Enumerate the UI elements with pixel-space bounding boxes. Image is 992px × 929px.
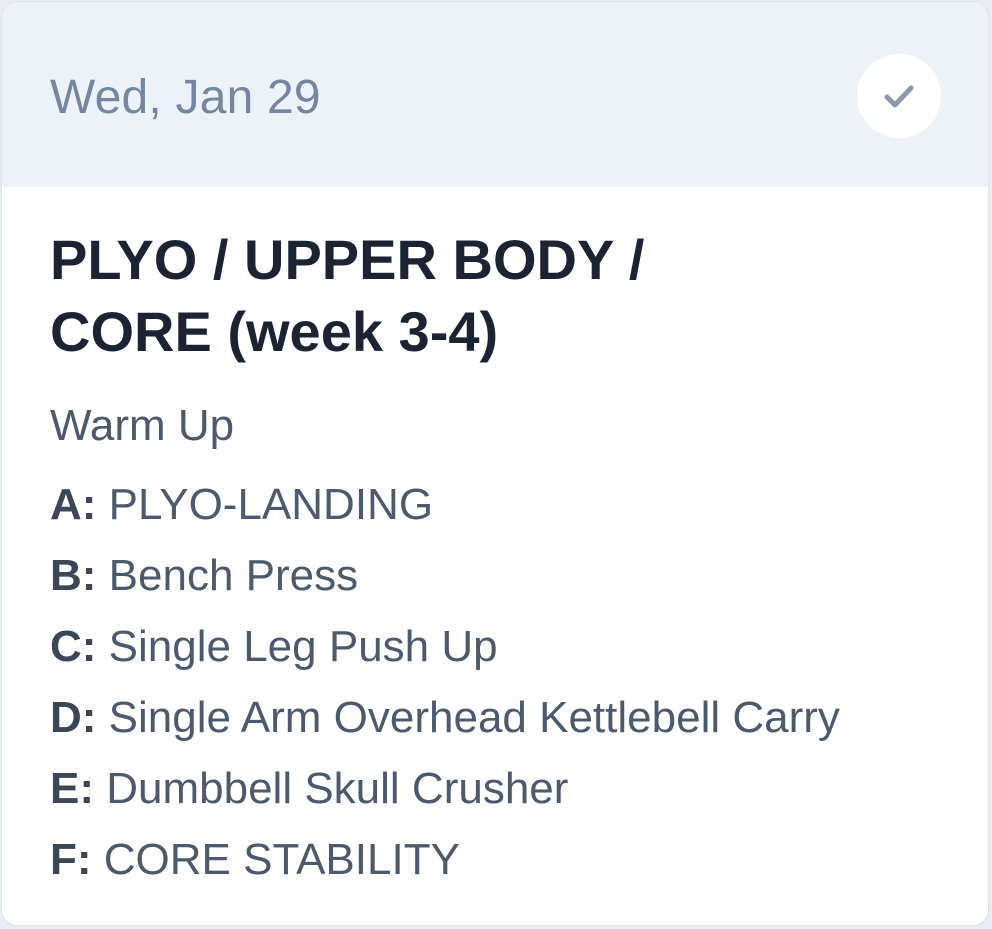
exercise-item: E: Dumbbell Skull Crusher (50, 753, 840, 824)
card-header: Wed, Jan 29 (2, 2, 988, 187)
workout-date: Wed, Jan 29 (50, 71, 321, 124)
exercise-item: C: Single Leg Push Up (50, 611, 840, 682)
exercise-list: A: PLYO-LANDING B: Bench Press C: Single… (50, 469, 840, 895)
exercise-item: F: CORE STABILITY (50, 824, 840, 895)
workout-title-line2: CORE (week 3-4) (50, 300, 499, 363)
exercise-name: Bench Press (108, 551, 359, 600)
exercise-letter: A: (50, 480, 97, 529)
exercise-item: B: Bench Press (50, 540, 840, 611)
exercise-item: A: PLYO-LANDING (50, 469, 840, 540)
workout-title: PLYO / UPPER BODY / CORE (week 3-4) (50, 224, 810, 368)
workout-title-line1: PLYO / UPPER BODY / (50, 228, 645, 291)
complete-toggle-button[interactable] (857, 54, 941, 138)
exercise-name: CORE STABILITY (103, 835, 460, 884)
exercise-name: Single Arm Overhead Kettlebell Carry (108, 693, 840, 742)
exercise-name: Single Leg Push Up (108, 622, 498, 671)
workout-card[interactable]: Wed, Jan 29 PLYO / UPPER BODY / CORE (we… (1, 1, 989, 926)
check-icon (884, 85, 914, 108)
exercise-name: Dumbbell Skull Crusher (106, 764, 569, 813)
exercise-letter: D: (50, 693, 97, 742)
exercise-letter: F: (50, 835, 92, 884)
warmup-label: Warm Up (50, 401, 235, 450)
exercise-letter: E: (50, 764, 94, 813)
exercise-letter: B: (50, 551, 97, 600)
exercise-name: PLYO-LANDING (108, 480, 434, 529)
exercise-letter: C: (50, 622, 97, 671)
exercise-item: D: Single Arm Overhead Kettlebell Carry (50, 682, 840, 753)
